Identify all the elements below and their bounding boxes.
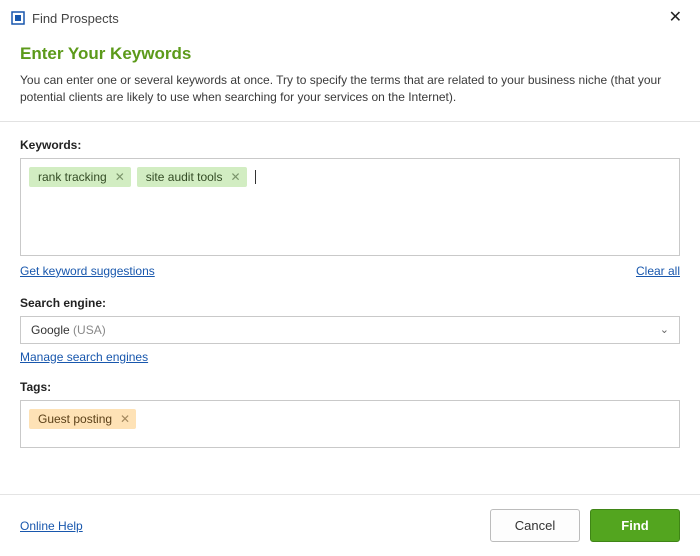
search-engine-primary: Google	[31, 323, 70, 337]
footer: Online Help Cancel Find	[0, 494, 700, 556]
remove-tag-icon[interactable]: ✕	[120, 413, 130, 425]
manage-search-engines-link[interactable]: Manage search engines	[20, 350, 148, 364]
tags-label: Tags:	[20, 380, 680, 394]
titlebar-left: Find Prospects	[10, 10, 119, 26]
main-content: Keywords: rank tracking ✕ site audit too…	[0, 122, 700, 456]
online-help-link[interactable]: Online Help	[20, 519, 83, 533]
footer-buttons: Cancel Find	[490, 509, 680, 542]
close-icon[interactable]: ✕	[665, 8, 686, 28]
search-engine-value: Google (USA)	[31, 323, 106, 337]
tag-chip[interactable]: Guest posting ✕	[29, 409, 136, 429]
find-button[interactable]: Find	[590, 509, 680, 542]
keyword-chip[interactable]: site audit tools ✕	[137, 167, 247, 187]
search-engine-label: Search engine:	[20, 296, 680, 310]
search-engine-secondary: (USA)	[70, 323, 106, 337]
intro-text: You can enter one or several keywords at…	[20, 72, 680, 107]
keyword-chip[interactable]: rank tracking ✕	[29, 167, 131, 187]
text-cursor	[255, 170, 256, 184]
search-engine-select[interactable]: Google (USA) ⌄	[20, 316, 680, 344]
app-icon	[10, 10, 26, 26]
keywords-subrow: Get keyword suggestions Clear all	[20, 264, 680, 278]
get-suggestions-link[interactable]: Get keyword suggestions	[20, 264, 155, 278]
page-heading: Enter Your Keywords	[20, 44, 680, 64]
keywords-input[interactable]: rank tracking ✕ site audit tools ✕	[20, 158, 680, 256]
tags-input[interactable]: Guest posting ✕	[20, 400, 680, 448]
header-section: Enter Your Keywords You can enter one or…	[0, 32, 700, 121]
chevron-down-icon: ⌄	[660, 323, 669, 336]
keywords-label: Keywords:	[20, 138, 680, 152]
remove-keyword-icon[interactable]: ✕	[230, 171, 240, 183]
keyword-chip-text: site audit tools	[146, 170, 223, 184]
clear-all-link[interactable]: Clear all	[636, 264, 680, 278]
cancel-button[interactable]: Cancel	[490, 509, 580, 542]
tag-chip-text: Guest posting	[38, 412, 112, 426]
window-title: Find Prospects	[32, 11, 119, 26]
remove-keyword-icon[interactable]: ✕	[115, 171, 125, 183]
titlebar: Find Prospects ✕	[0, 0, 700, 32]
footer-links: Online Help	[20, 519, 83, 533]
keyword-chip-text: rank tracking	[38, 170, 107, 184]
